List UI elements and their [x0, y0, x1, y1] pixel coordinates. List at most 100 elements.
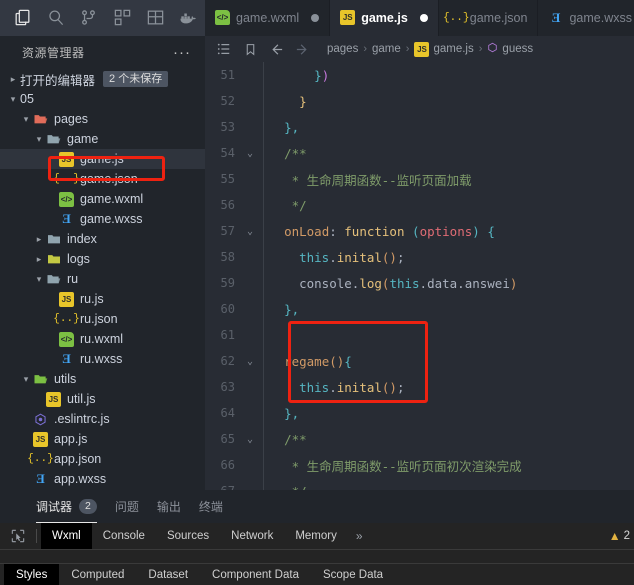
search-icon[interactable]: [39, 0, 72, 36]
tree-item-ru[interactable]: ▾ ru: [0, 269, 205, 289]
tree-item-game-wxss[interactable]: Ǝgame.wxss: [0, 209, 205, 229]
tree-item-app-wxss[interactable]: Ǝapp.wxss: [0, 469, 205, 489]
line-number: 64: [220, 406, 235, 420]
open-editors-section[interactable]: ▸ 打开的编辑器 2 个未保存: [0, 69, 205, 89]
code-line-65[interactable]: 65 ⌄ /**: [205, 426, 634, 452]
panel-tab-bar: 调试器 2 问题 输出 终端: [0, 490, 634, 523]
devtools-subtab-styles[interactable]: Styles: [4, 563, 60, 585]
devtools-tab-memory[interactable]: Memory: [284, 523, 348, 549]
devtools-tab-bar: Wxml Console Sources Network Memory » ▲ 2: [0, 523, 634, 549]
fold-chevron-icon[interactable]: ⌄: [241, 434, 259, 445]
code-line-57[interactable]: 57 ⌄ onLoad: function (options) {: [205, 218, 634, 244]
code-line-52[interactable]: 52 }: [205, 88, 634, 114]
tree-item-game-js[interactable]: JS game.js: [0, 149, 205, 169]
tree-item-app-js[interactable]: JS app.js: [0, 429, 205, 449]
unsaved-badge: 2 个未保存: [103, 71, 169, 87]
panel-tab-问题[interactable]: 问题: [115, 490, 139, 523]
json-file-icon: {..}: [443, 11, 470, 24]
tab-game-js[interactable]: JS game.js: [330, 0, 439, 36]
tree-item-game-wxml[interactable]: </> game.wxml: [0, 189, 205, 209]
code-line-67[interactable]: 67 */: [205, 478, 634, 491]
devtools-tab-console[interactable]: Console: [92, 523, 156, 549]
tree-item-label: ru.wxml: [80, 332, 124, 346]
code-line-55[interactable]: 55 * 生命周期函数--监听页面加载: [205, 166, 634, 192]
fold-chevron-icon[interactable]: ⌄: [241, 226, 259, 237]
outline-list-icon[interactable]: [211, 36, 237, 62]
fold-chevron-icon[interactable]: ⌄: [241, 148, 259, 159]
extensions-icon[interactable]: [106, 0, 139, 36]
fold-chevron-icon[interactable]: ⌄: [241, 356, 259, 367]
devtools-subtab-dataset[interactable]: Dataset: [136, 564, 200, 585]
source-control-icon[interactable]: [72, 0, 105, 36]
explorer-more-icon[interactable]: ···: [173, 45, 191, 60]
breadcrumb-segment-guess[interactable]: guess: [487, 42, 533, 56]
more-tabs-icon[interactable]: »: [348, 529, 371, 543]
tree-item-pages[interactable]: ▾ pages: [0, 109, 205, 129]
chevron-down-icon[interactable]: ▾: [19, 114, 33, 124]
inspect-element-icon[interactable]: [4, 523, 32, 549]
tree-item-ru-js[interactable]: JS ru.js: [0, 289, 205, 309]
devtools-tab-wxml[interactable]: Wxml: [41, 523, 92, 549]
panel-tab-输出[interactable]: 输出: [157, 490, 181, 523]
panel-tab-调试器[interactable]: 调试器 2: [36, 490, 97, 523]
workspace-root[interactable]: ▾ 05: [0, 89, 205, 109]
tree-item-ru-wxss[interactable]: Ǝru.wxss: [0, 349, 205, 369]
devtools-tabs: Wxml Console Sources Network Memory: [41, 523, 348, 549]
tree-item--eslintrc-js[interactable]: .eslintrc.js: [0, 409, 205, 429]
code-line-60[interactable]: 60 },: [205, 296, 634, 322]
tree-item-index[interactable]: ▸ index: [0, 229, 205, 249]
code-line-63[interactable]: 63 this.inital();: [205, 374, 634, 400]
breadcrumb-separator: ›: [363, 43, 368, 55]
code-line-51[interactable]: 51 }): [205, 62, 634, 88]
code-editor[interactable]: 51 }) 52 } 53 }, 54 ⌄ /** 55 * 生命周期函数--监听页面加载…: [205, 62, 634, 490]
chevron-right-icon[interactable]: ▸: [32, 234, 46, 244]
devtools-subtab-scope-data[interactable]: Scope Data: [311, 564, 395, 585]
panel-tab-终端[interactable]: 终端: [199, 490, 223, 523]
breadcrumb-segment-game[interactable]: game: [372, 43, 401, 55]
tree-item-label: logs: [67, 252, 90, 266]
tree-item-ru-wxml[interactable]: </> ru.wxml: [0, 329, 205, 349]
chevron-down-icon[interactable]: ▾: [32, 274, 46, 284]
chevron-down-icon[interactable]: ▾: [32, 134, 46, 144]
tree-item-game[interactable]: ▾ game: [0, 129, 205, 149]
bookmark-icon[interactable]: [237, 36, 263, 62]
tree-item-app-json[interactable]: {..} app.json: [0, 449, 205, 469]
layout-icon[interactable]: [139, 0, 172, 36]
code-line-64[interactable]: 64 },: [205, 400, 634, 426]
explorer-header: 资源管理器 ···: [0, 36, 205, 69]
tree-item-game-json[interactable]: {..} game.json: [0, 169, 205, 189]
warning-indicator[interactable]: ▲ 2: [609, 529, 634, 543]
devtools-subtab-component-data[interactable]: Component Data: [200, 564, 311, 585]
navigate-forward-icon[interactable]: [289, 36, 315, 62]
code-line-62[interactable]: 62 ⌄ regame(){: [205, 348, 634, 374]
code-line-54[interactable]: 54 ⌄ /**: [205, 140, 634, 166]
docker-icon[interactable]: [172, 0, 205, 36]
code-line-59[interactable]: 59 console.log(this.data.answei): [205, 270, 634, 296]
tree-item-logs[interactable]: ▸ logs: [0, 249, 205, 269]
tree-item-util-js[interactable]: JS util.js: [0, 389, 205, 409]
explorer-icon[interactable]: [6, 0, 39, 36]
tab-game-json[interactable]: {..} game.json: [438, 0, 539, 36]
code-line-61[interactable]: 61: [205, 322, 634, 348]
activity-bar: [0, 0, 205, 36]
tab-game-wxss[interactable]: Ǝ game.wxss: [538, 0, 634, 36]
breadcrumb-segment-pages[interactable]: pages: [327, 43, 358, 55]
breadcrumb-segment-game-js[interactable]: JS game.js: [414, 41, 474, 57]
code-line-56[interactable]: 56 */: [205, 192, 634, 218]
line-number: 51: [220, 68, 235, 82]
unsaved-dot[interactable]: [419, 13, 428, 22]
tree-item-utils[interactable]: ▾ utils: [0, 369, 205, 389]
code-line-58[interactable]: 58 this.inital();: [205, 244, 634, 270]
devtools-tab-sources[interactable]: Sources: [156, 523, 220, 549]
devtools-subtab-computed[interactable]: Computed: [59, 564, 136, 585]
devtools-tab-network[interactable]: Network: [220, 523, 284, 549]
chevron-down-icon[interactable]: ▾: [19, 374, 33, 384]
tab-game-wxml[interactable]: </> game.wxml: [205, 0, 331, 36]
navigate-back-icon[interactable]: [263, 36, 289, 62]
code-line-53[interactable]: 53 },: [205, 114, 634, 140]
chevron-right-icon[interactable]: ▸: [32, 254, 46, 264]
panel-tab-label: 调试器: [36, 500, 73, 514]
unsaved-dot[interactable]: [311, 13, 320, 22]
code-line-66[interactable]: 66 * 生命周期函数--监听页面初次渲染完成: [205, 452, 634, 478]
tree-item-ru-json[interactable]: {..} ru.json: [0, 309, 205, 329]
